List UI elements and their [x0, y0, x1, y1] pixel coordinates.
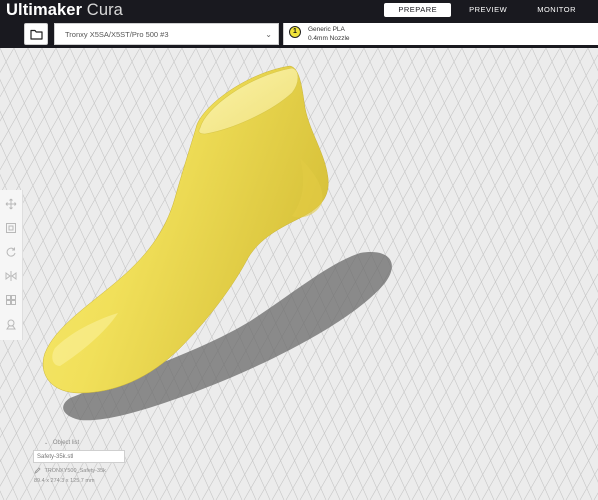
object-dimensions: 89.4 x 274.3 x 125.7 mm: [34, 478, 95, 484]
app-name-bold: Ultimaker: [6, 1, 83, 19]
printer-name: Tronxy X5SA/X5ST/Pro 500 #3: [65, 30, 169, 39]
header-bar: Ultimaker Cura PREPARE PREVIEW MONITOR: [0, 0, 598, 21]
object-printer-name: TRONXY500_Safety-35k: [44, 467, 106, 474]
material-name: Generic PLA: [308, 26, 345, 33]
tab-preview[interactable]: PREVIEW: [457, 3, 519, 17]
tool-panel: [0, 190, 23, 340]
object-list-panel: ⌄ Object list Safety-35k.stl TRONXY500_S…: [30, 440, 200, 500]
move-icon[interactable]: [5, 198, 17, 210]
open-file-button[interactable]: [24, 23, 48, 45]
rotate-icon[interactable]: [5, 246, 17, 258]
per-model-settings-icon[interactable]: [5, 294, 17, 306]
object-list-title: Object list: [52, 440, 80, 446]
object-printer-line: TRONXY500_Safety-35k: [34, 467, 106, 474]
build-plate-scene: [0, 48, 598, 500]
support-blocker-icon[interactable]: [5, 318, 17, 330]
chevron-down-icon: ⌄: [44, 440, 49, 446]
printer-selector[interactable]: Tronxy X5SA/X5ST/Pro 500 #3 ⌄: [54, 23, 279, 45]
mirror-icon[interactable]: [5, 270, 17, 282]
print-setup-selector[interactable]: 1 Generic PLA 0.4mm Nozzle: [283, 23, 598, 45]
object-list-toggle[interactable]: ⌄ Object list: [44, 440, 79, 446]
scale-icon[interactable]: [5, 222, 17, 234]
pencil-icon: [34, 467, 41, 474]
nozzle-size: 0.4mm Nozzle: [308, 35, 350, 42]
object-list-item[interactable]: Safety-35k.stl: [33, 450, 125, 463]
tab-prepare[interactable]: PREPARE: [384, 3, 452, 17]
app-name-light: Cura: [86, 1, 123, 19]
chevron-down-icon: ⌄: [265, 30, 272, 39]
stage-tabs: PREPARE PREVIEW MONITOR: [384, 3, 588, 17]
tab-monitor[interactable]: MONITOR: [525, 3, 588, 17]
folder-icon: [30, 29, 43, 40]
3d-viewport[interactable]: [0, 48, 598, 500]
extruder-badge: 1: [289, 26, 301, 38]
app-logo: Ultimaker Cura: [6, 0, 123, 21]
